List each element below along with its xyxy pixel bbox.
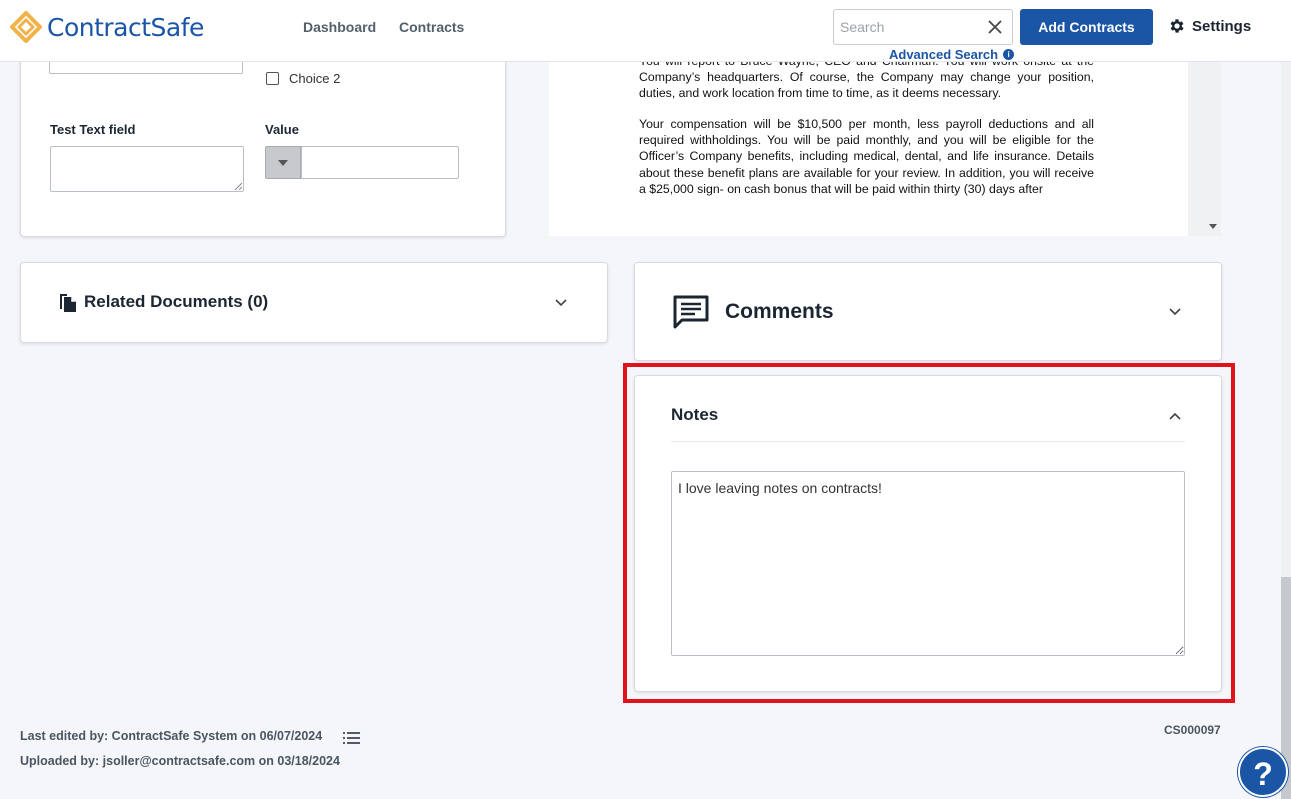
notes-divider (671, 441, 1185, 442)
value-input[interactable] (301, 146, 459, 179)
nav-contracts[interactable]: Contracts (399, 19, 464, 35)
test-text-field-label: Test Text field (50, 122, 136, 137)
top-navigation-bar: ContractSafe Dashboard Contracts Advance… (0, 0, 1291, 62)
notes-title: Notes (671, 405, 719, 424)
value-currency-dropdown[interactable] (265, 146, 301, 179)
settings-label: Settings (1192, 17, 1252, 35)
chevron-down-icon[interactable] (1169, 308, 1181, 316)
last-edited-text: Last edited by: ContractSafe System on 0… (20, 729, 323, 743)
logo[interactable]: ContractSafe (10, 11, 204, 43)
resize-handle-icon (234, 182, 242, 190)
logo-text: ContractSafe (47, 12, 204, 42)
notes-textarea[interactable]: I love leaving notes on contracts! (671, 471, 1185, 656)
comments-card[interactable]: Comments (634, 262, 1222, 361)
document-paragraph-1: You will report to Bruce Wayne, CEO and … (639, 62, 1094, 101)
scroll-down-arrow-icon[interactable] (1209, 224, 1217, 229)
test-text-field-input[interactable] (50, 146, 244, 192)
help-button[interactable]: ? (1238, 747, 1288, 797)
document-scrollbar[interactable] (1188, 62, 1221, 236)
advanced-search-label: Advanced Search (889, 47, 999, 62)
close-icon[interactable] (986, 18, 1004, 36)
value-label: Value (265, 122, 299, 137)
page-scrollbar[interactable] (1281, 62, 1291, 799)
caret-down-icon (278, 160, 288, 166)
choice-2-checkbox[interactable] (266, 72, 279, 85)
add-contracts-button[interactable]: Add Contracts (1020, 9, 1153, 45)
history-list-icon[interactable] (343, 732, 360, 744)
related-documents-card[interactable]: Related Documents (0) (20, 262, 608, 343)
notes-card: Notes I love leaving notes on contracts! (634, 375, 1222, 692)
nav-dashboard[interactable]: Dashboard (303, 19, 376, 35)
uploaded-by-text: Uploaded by: jsoller@contractsafe.com on… (20, 754, 340, 768)
contractsafe-logo-icon (10, 11, 42, 43)
related-documents-title: Related Documents (0) (84, 292, 269, 311)
advanced-search-link[interactable]: Advanced Search i (889, 47, 1015, 62)
chevron-down-icon[interactable] (555, 299, 567, 307)
info-icon: i (1003, 49, 1015, 60)
documents-icon (60, 294, 76, 312)
contract-id: CS000097 (1164, 723, 1221, 737)
comments-title: Comments (725, 300, 834, 323)
gear-icon (1170, 19, 1184, 33)
document-paragraph-2: Your compensation will be $10,500 per mo… (639, 117, 1094, 196)
search-box (833, 9, 1013, 45)
text-field-top[interactable] (49, 60, 243, 74)
settings-button[interactable]: Settings (1168, 17, 1251, 35)
comment-icon (673, 295, 709, 329)
search-input[interactable] (834, 10, 974, 44)
chevron-up-icon[interactable] (1169, 412, 1181, 420)
choice-2-label: Choice 2 (289, 71, 341, 86)
document-preview[interactable]: You will report to Bruce Wayne, CEO and … (549, 62, 1188, 236)
